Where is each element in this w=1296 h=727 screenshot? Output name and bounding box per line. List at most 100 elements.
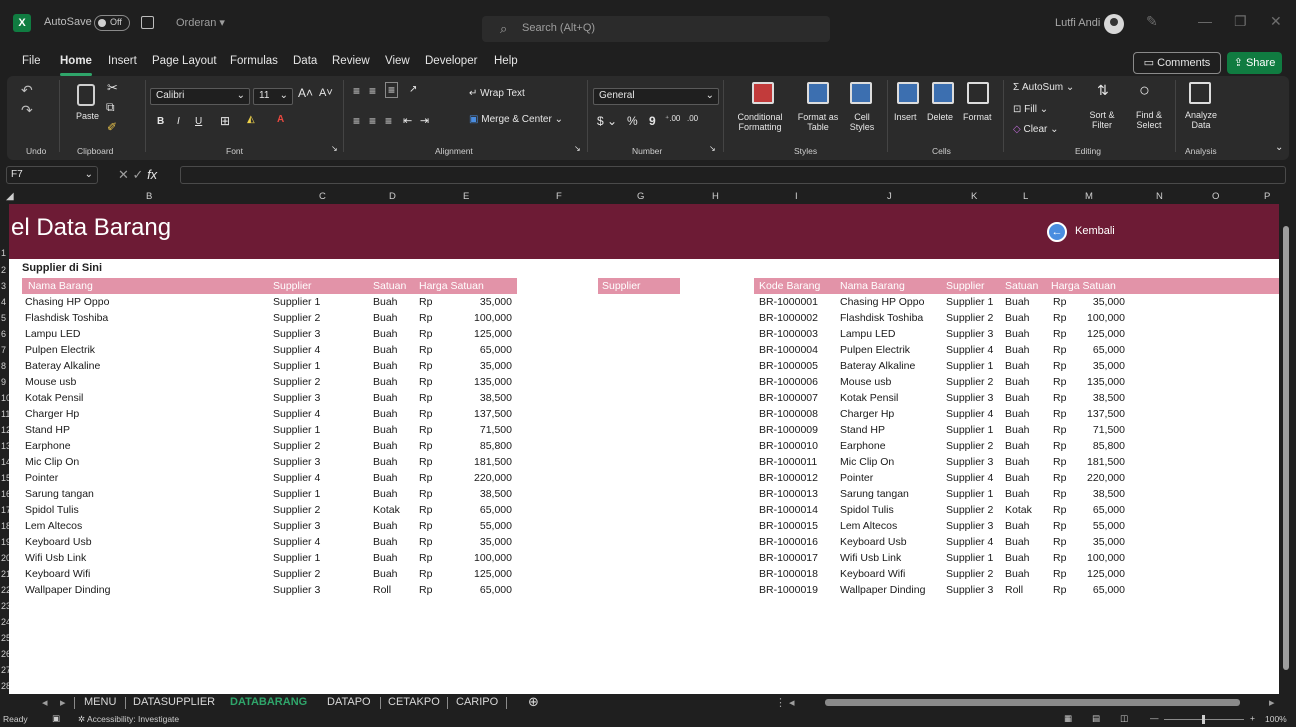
cell-satuan[interactable]: Buah bbox=[1005, 392, 1030, 404]
column-header[interactable]: K bbox=[971, 191, 977, 202]
cell-harga[interactable]: 38,500 bbox=[1093, 392, 1125, 404]
cell-nama-barang[interactable]: Lem Altecos bbox=[840, 520, 897, 532]
zoom-in-icon[interactable]: + bbox=[1250, 713, 1255, 723]
row-header[interactable]: 27 bbox=[0, 665, 11, 675]
cell-nama-barang[interactable]: Flashdisk Toshiba bbox=[840, 312, 923, 324]
cell-satuan[interactable]: Buah bbox=[1005, 472, 1030, 484]
cell-kode-barang[interactable]: BR-1000011 bbox=[759, 456, 817, 468]
cell-satuan[interactable]: Buah bbox=[1005, 520, 1030, 532]
cell-nama-barang[interactable]: Chasing HP Oppo bbox=[25, 296, 109, 308]
cell-satuan[interactable]: Buah bbox=[1005, 424, 1030, 436]
add-sheet-icon[interactable]: ⊕ bbox=[528, 694, 539, 710]
row-header[interactable]: 7 bbox=[0, 345, 9, 355]
column-header[interactable]: L bbox=[1023, 191, 1028, 202]
underline-icon[interactable]: U bbox=[195, 116, 202, 127]
cell-currency[interactable]: Rp bbox=[419, 504, 432, 516]
column-header[interactable]: D bbox=[389, 191, 396, 202]
cell-satuan[interactable]: Buah bbox=[1005, 536, 1030, 548]
cell-harga[interactable]: 35,000 bbox=[1093, 296, 1125, 308]
tab-file[interactable]: File bbox=[22, 55, 41, 67]
decrease-indent-icon[interactable]: ⇤ bbox=[403, 114, 412, 127]
tab-view[interactable]: View bbox=[385, 55, 410, 67]
cell-currency[interactable]: Rp bbox=[1053, 376, 1066, 388]
cell-currency[interactable]: Rp bbox=[419, 344, 432, 356]
cell-harga[interactable]: 71,500 bbox=[1093, 424, 1125, 436]
tab-insert[interactable]: Insert bbox=[108, 55, 137, 67]
cell-nama-barang[interactable]: Pointer bbox=[25, 472, 58, 484]
row-header[interactable]: 4 bbox=[0, 297, 9, 307]
cell-nama-barang[interactable]: Spidol Tulis bbox=[25, 504, 79, 516]
column-header[interactable]: H bbox=[712, 191, 719, 202]
cell-satuan[interactable]: Buah bbox=[373, 520, 398, 532]
search-box[interactable]: ⌕ Search (Alt+Q) bbox=[482, 16, 830, 42]
cell-harga[interactable]: 100,000 bbox=[474, 552, 512, 564]
save-icon[interactable] bbox=[141, 16, 154, 29]
italic-icon[interactable]: I bbox=[177, 116, 180, 127]
cell-supplier[interactable]: Supplier 2 bbox=[273, 312, 320, 324]
cell-harga[interactable]: 135,000 bbox=[474, 376, 512, 388]
cell-nama-barang[interactable]: Stand HP bbox=[840, 424, 885, 436]
scroll-right-icon[interactable]: ▸ bbox=[1269, 696, 1275, 709]
number-format-select[interactable]: General ⌄ bbox=[593, 88, 719, 105]
cell-nama-barang[interactable]: Lem Altecos bbox=[25, 520, 82, 532]
cell-satuan[interactable]: Buah bbox=[373, 408, 398, 420]
cell-harga[interactable]: 137,500 bbox=[474, 408, 512, 420]
cell-nama-barang[interactable]: Wifi Usb Link bbox=[840, 552, 901, 564]
cell-currency[interactable]: Rp bbox=[419, 488, 432, 500]
cell-supplier[interactable]: Supplier 4 bbox=[273, 408, 320, 420]
font-color-icon[interactable]: A bbox=[277, 114, 284, 125]
cell-currency[interactable]: Rp bbox=[1053, 552, 1066, 564]
tab-formulas[interactable]: Formulas bbox=[230, 55, 278, 67]
macro-record-icon[interactable]: ▣ bbox=[52, 713, 60, 724]
cell-supplier[interactable]: Supplier 3 bbox=[273, 584, 320, 596]
row-header[interactable]: 6 bbox=[0, 329, 9, 339]
cell-nama-barang[interactable]: Pulpen Electrik bbox=[840, 344, 910, 356]
column-header[interactable]: F bbox=[556, 191, 562, 202]
avatar[interactable] bbox=[1104, 14, 1124, 34]
insert-cells-button[interactable]: Insert bbox=[894, 112, 917, 122]
cell-nama-barang[interactable]: Mouse usb bbox=[25, 376, 76, 388]
cell-currency[interactable]: Rp bbox=[1053, 424, 1066, 436]
column-header[interactable]: E bbox=[463, 191, 469, 202]
font-size-select[interactable]: 11 ⌄ bbox=[253, 88, 293, 105]
cell-currency[interactable]: Rp bbox=[1053, 520, 1066, 532]
row-header[interactable]: 1 bbox=[0, 248, 9, 258]
cell-supplier[interactable]: Supplier 1 bbox=[273, 552, 320, 564]
cell-satuan[interactable]: Buah bbox=[1005, 440, 1030, 452]
tab-data[interactable]: Data bbox=[293, 55, 317, 67]
format-painter-icon[interactable]: ✐ bbox=[107, 120, 117, 134]
cell-harga[interactable]: 35,000 bbox=[480, 296, 512, 308]
cell-supplier[interactable]: Supplier 3 bbox=[273, 520, 320, 532]
zoom-out-icon[interactable]: — bbox=[1150, 713, 1159, 723]
cell-harga[interactable]: 65,000 bbox=[480, 584, 512, 596]
cell-nama-barang[interactable]: Mic Clip On bbox=[25, 456, 79, 468]
currency-icon[interactable]: $ ⌄ bbox=[597, 114, 617, 128]
cell-harga[interactable]: 125,000 bbox=[474, 568, 512, 580]
cell-harga[interactable]: 125,000 bbox=[1087, 568, 1125, 580]
minimize-icon[interactable]: — bbox=[1198, 13, 1212, 29]
cell-kode-barang[interactable]: BR-1000016 bbox=[759, 536, 818, 548]
cell-kode-barang[interactable]: BR-1000014 bbox=[759, 504, 818, 516]
wrap-text-button[interactable]: ↵ Wrap Text bbox=[469, 88, 525, 99]
row-header[interactable]: 20 bbox=[0, 553, 11, 563]
cell-satuan[interactable]: Buah bbox=[373, 424, 398, 436]
row-header[interactable]: 10 bbox=[0, 393, 11, 403]
merge-center-button[interactable]: ▣ Merge & Center ⌄ bbox=[469, 114, 563, 125]
cell-nama-barang[interactable]: Kotak Pensil bbox=[25, 392, 83, 404]
cell-nama-barang[interactable]: Earphone bbox=[840, 440, 886, 452]
row-header[interactable]: 2 bbox=[0, 265, 9, 275]
paste-icon[interactable] bbox=[77, 84, 95, 106]
font-name-select[interactable]: Calibri ⌄ bbox=[150, 88, 250, 105]
row-header[interactable]: 11 bbox=[0, 409, 10, 419]
cell-supplier[interactable]: Supplier 3 bbox=[946, 520, 993, 532]
cell-kode-barang[interactable]: BR-1000009 bbox=[759, 424, 818, 436]
cell-supplier[interactable]: Supplier 4 bbox=[946, 408, 993, 420]
column-header[interactable]: N bbox=[1156, 191, 1163, 202]
collapse-ribbon-icon[interactable]: ⌄ bbox=[1275, 142, 1283, 153]
analyze-data-button[interactable]: Analyze Data bbox=[1179, 110, 1223, 130]
cell-nama-barang[interactable]: Stand HP bbox=[25, 424, 70, 436]
cell-supplier[interactable]: Supplier 1 bbox=[946, 424, 993, 436]
tab-split-handle-icon[interactable]: ⋮ ◂ bbox=[775, 696, 795, 709]
cell-nama-barang[interactable]: Lampu LED bbox=[25, 328, 80, 340]
cell-supplier[interactable]: Supplier 3 bbox=[273, 456, 320, 468]
